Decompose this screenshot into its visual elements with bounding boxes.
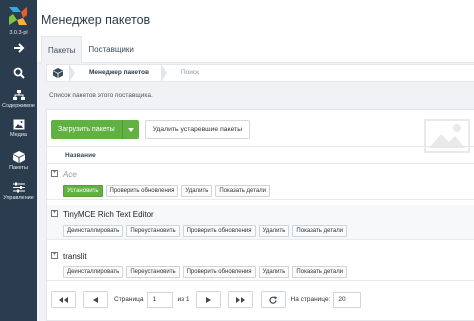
uninstall-button[interactable]: Деинсталлировать (63, 266, 124, 278)
reinstall-button[interactable]: Переустановить (126, 225, 180, 237)
remove-button[interactable]: Удалить (258, 225, 290, 237)
row-actions: Деинсталлировать Переустановить Проверит… (63, 225, 348, 237)
download-packages-label: Загрузить пакеты (58, 126, 115, 133)
check-updates-button[interactable]: Проверить обновления (182, 225, 256, 237)
remove-button[interactable]: Удалить (181, 185, 213, 197)
search-icon (13, 67, 25, 79)
sidebar-item-manage[interactable]: Управление (0, 182, 37, 201)
uninstall-button[interactable]: Деинсталлировать (63, 225, 124, 237)
toolbar: Загрузить пакеты Удалить устаревшие паке… (51, 120, 251, 139)
column-header-name[interactable]: Название (47, 146, 474, 164)
breadcrumb: Менеджер пакетов Поиск (46, 64, 474, 82)
image-icon (13, 119, 24, 130)
sidebar-item-label: Управление (3, 195, 34, 201)
tab-packages[interactable]: Пакеты (41, 36, 83, 63)
page-label: Страница (114, 296, 144, 303)
show-details-button[interactable]: Показать детали (292, 266, 348, 278)
install-button[interactable]: Установить (63, 185, 103, 197)
download-packages-button[interactable]: Загрузить пакеты (51, 120, 139, 139)
double-chevron-right-icon (235, 296, 245, 303)
sidebar-item-label: Содержимое (2, 103, 35, 109)
table-row: + translit Деинсталлировать Переустанови… (47, 247, 474, 281)
version-label: 3.0.3-pl (9, 30, 28, 36)
expand-toggle[interactable]: + (51, 170, 58, 177)
pagination: Страница 1 из 1 На странице: 20 (51, 291, 362, 308)
sliders-icon (12, 182, 25, 193)
sidebar-item-packages[interactable]: Пакеты (0, 151, 37, 171)
chevron-left-icon (93, 296, 98, 303)
show-details-button[interactable]: Показать детали (292, 225, 348, 237)
page-title: Менеджер пакетов (41, 13, 151, 27)
check-updates-button[interactable]: Проверить обновления (182, 266, 256, 278)
sitemap-icon (12, 90, 25, 100)
sidebar-item-media[interactable]: Медиа (0, 119, 37, 138)
prev-page-button[interactable] (83, 291, 108, 308)
cube-icon (12, 151, 25, 163)
page-description: Список пакетов этого поставщика. (49, 92, 153, 99)
table-row: + Ace Установить Проверить обновления Уд… (47, 166, 474, 200)
package-name: TinyMCE Rich Text Editor (63, 210, 154, 219)
reinstall-button[interactable]: Переустановить (126, 266, 180, 278)
package-name: Ace (63, 170, 77, 179)
remove-button[interactable]: Удалить (258, 266, 290, 278)
row-actions: Установить Проверить обновления Удалить … (63, 185, 271, 197)
row-actions: Деинсталлировать Переустановить Проверит… (63, 266, 348, 278)
arrow-right-icon (13, 43, 24, 53)
packages-panel: Загрузить пакеты Удалить устаревшие паке… (46, 109, 474, 321)
page-of-label: из 1 (177, 296, 190, 303)
chevron-right-icon (205, 296, 211, 303)
download-dropdown-toggle[interactable] (121, 120, 139, 139)
per-page-input[interactable]: 20 (333, 291, 362, 308)
check-updates-button[interactable]: Проверить обновления (105, 185, 179, 197)
sidebar-item-arrow[interactable] (0, 42, 37, 54)
double-chevron-left-icon (59, 296, 68, 303)
remove-outdated-button[interactable]: Удалить устаревшие пакеты (144, 120, 251, 139)
tab-bar: Пакеты Поставщики (41, 36, 140, 63)
page-header: Менеджер пакетов Пакеты Поставщики (37, 0, 474, 63)
refresh-icon (269, 296, 278, 304)
last-page-button[interactable] (227, 291, 253, 308)
sidebar-item-label: Медиа (10, 132, 27, 138)
sidebar: 3.0.3-pl Содержимое Медиа Пакеты Управле… (0, 0, 37, 321)
modx-logo-icon[interactable] (7, 5, 29, 27)
cube-icon (53, 68, 63, 78)
refresh-button[interactable] (260, 291, 286, 308)
expand-toggle[interactable]: + (51, 252, 58, 259)
sidebar-item-search[interactable] (0, 67, 37, 79)
breadcrumb-home[interactable] (47, 64, 69, 82)
caret-down-icon (127, 127, 134, 132)
sidebar-item-label: Пакеты (9, 165, 28, 171)
breadcrumb-item-package-manager[interactable]: Менеджер пакетов (75, 64, 161, 82)
package-name: translit (63, 252, 87, 261)
expand-toggle[interactable]: + (51, 210, 58, 217)
next-page-button[interactable] (195, 291, 221, 308)
per-page-label: На странице: (290, 296, 331, 303)
breadcrumb-item-search: Поиск (181, 69, 200, 76)
table-row: + TinyMCE Rich Text Editor Деинсталлиров… (47, 205, 474, 240)
sidebar-item-content[interactable]: Содержимое (0, 90, 37, 109)
show-details-button[interactable]: Показать детали (215, 185, 271, 197)
first-page-button[interactable] (51, 291, 76, 308)
tab-providers[interactable]: Поставщики (82, 36, 140, 63)
page-number-input[interactable]: 1 (147, 291, 174, 308)
